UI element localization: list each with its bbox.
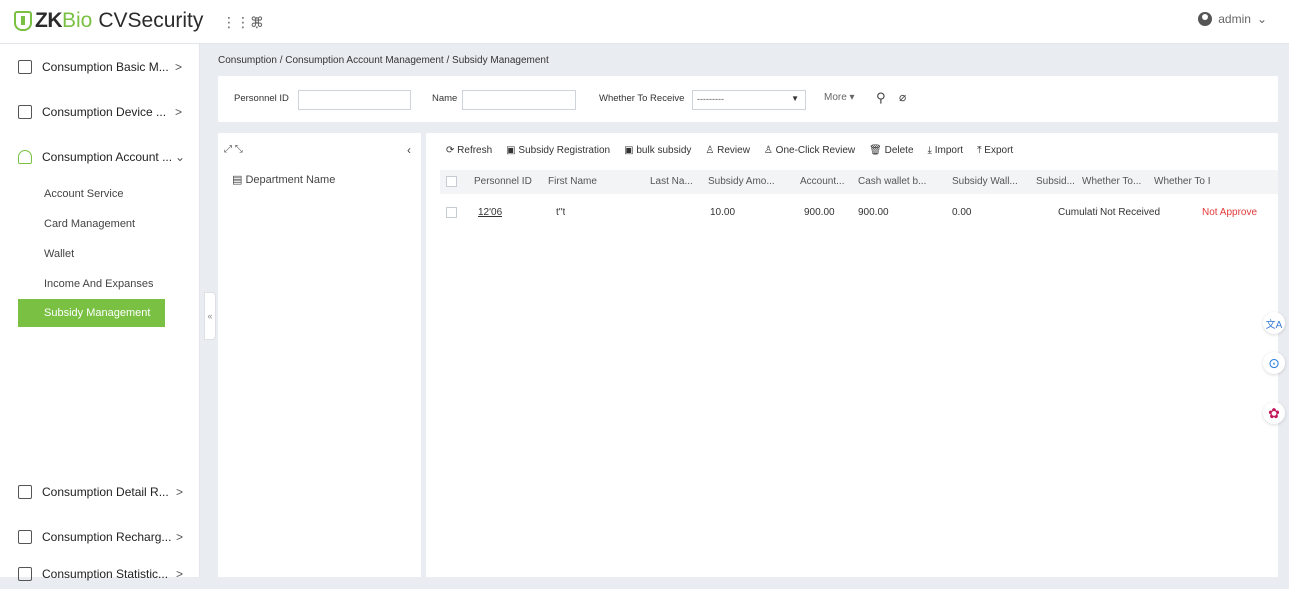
col-last-name[interactable]: Last Na... xyxy=(650,176,700,187)
expand-collapse-icon[interactable]: ⤢ ⤡ xyxy=(224,144,243,155)
whether-to-receive-label: Whether To Receive xyxy=(599,93,685,104)
chevron-right-icon: > xyxy=(176,529,184,544)
col-subsidy-amount[interactable]: Subsidy Amo... xyxy=(708,176,782,187)
col-whether-to-receive[interactable]: Whether To... xyxy=(1082,176,1144,187)
col-cash-wallet[interactable]: Cash wallet b... xyxy=(858,176,938,187)
report-icon xyxy=(18,484,32,499)
table-row[interactable]: 12'06 t''t 10.00 900.00 900.00 0.00 Cumu… xyxy=(440,201,1278,223)
col-account[interactable]: Account... xyxy=(800,176,850,187)
device-icon xyxy=(18,104,32,119)
cell-receive-status: Not Received xyxy=(1100,207,1161,218)
subsidy-registration-button[interactable]: ▣ Subsidy Registration xyxy=(506,145,610,156)
one-click-review-button[interactable]: ♙ One-Click Review xyxy=(764,145,855,156)
col-subsidy-type[interactable]: Subsid... xyxy=(1036,176,1076,187)
top-bar: ZK Bio CVSecurity ⋮⋮⋮ ⌘ admin ⌄ xyxy=(0,0,1289,44)
shield-icon xyxy=(14,11,32,31)
department-name: Department Name xyxy=(245,174,336,186)
sidebar-item-consumption-account[interactable]: Consumption Account ... ⌄ xyxy=(0,134,199,179)
cell-personnel-id[interactable]: 12'06 xyxy=(478,207,502,218)
chevron-down-icon: ⌄ xyxy=(1256,12,1267,26)
export-button[interactable]: ⤒ Export xyxy=(977,145,1013,156)
bulk-subsidy-button[interactable]: ▣ bulk subsidy xyxy=(624,145,691,156)
cell-approve-status: Not Approve xyxy=(1202,207,1258,218)
tree-node-icon: ▤ xyxy=(232,174,246,186)
sidebar-item-label: Consumption Statistic... xyxy=(42,567,169,581)
sidebar: Consumption Basic M... > Consumption Dev… xyxy=(0,44,200,581)
cell-subsidy-wallet: 0.00 xyxy=(952,207,972,218)
user-name: admin xyxy=(1218,12,1251,26)
panel-collapse-icon[interactable]: ‹ xyxy=(407,143,411,157)
cell-cash-wallet: 900.00 xyxy=(858,207,889,218)
pie-chart-icon xyxy=(18,567,32,581)
sidebar-item-consumption-device[interactable]: Consumption Device ... > xyxy=(0,89,199,134)
name-label: Name xyxy=(432,93,458,104)
sidebar-item-label: Consumption Account ... xyxy=(42,149,173,164)
import-button[interactable]: ⤓ Import xyxy=(928,145,964,156)
chevron-down-icon: ⌄ xyxy=(175,149,186,164)
chevron-right-icon: > xyxy=(176,567,184,581)
select-all-checkbox[interactable] xyxy=(446,176,457,187)
table-header: Personnel ID First Name Last Na... Subsi… xyxy=(440,170,1278,194)
more-filters-toggle[interactable]: More ▾ xyxy=(824,92,855,103)
department-tree-root[interactable]: ▤ Department Name xyxy=(232,173,335,186)
user-menu[interactable]: admin ⌄ xyxy=(1198,12,1267,26)
sidebar-subitem-income-expanses[interactable]: Income And Expanses xyxy=(0,269,199,299)
col-personnel-id[interactable]: Personnel ID xyxy=(474,176,540,187)
personnel-id-label: Personnel ID xyxy=(234,93,289,104)
sidebar-item-consumption-recharge[interactable]: Consumption Recharg... > xyxy=(0,514,200,559)
delete-button[interactable]: 🗑 Delete xyxy=(869,145,913,156)
account-icon xyxy=(18,149,32,164)
sidebar-item-consumption-basic[interactable]: Consumption Basic M... > xyxy=(0,44,199,89)
chevron-right-icon: > xyxy=(175,59,183,74)
sidebar-subitem-wallet[interactable]: Wallet xyxy=(0,239,199,269)
col-whether-to-approve[interactable]: Whether To I xyxy=(1154,176,1264,187)
sidebar-subitem-subsidy-management[interactable]: Subsidy Management xyxy=(18,299,165,327)
clear-filter-icon[interactable]: ⌀ xyxy=(899,90,906,104)
brain-icon[interactable]: ✿ xyxy=(1263,402,1285,424)
brand-name: CVSecurity xyxy=(98,9,204,32)
breadcrumb: Consumption / Consumption Account Manage… xyxy=(218,55,549,66)
translate-icon[interactable]: 文A xyxy=(1263,312,1285,334)
sidebar-item-consumption-detail[interactable]: Consumption Detail R... > xyxy=(0,469,200,514)
chevron-right-icon: > xyxy=(175,104,183,119)
brand-bio: Bio xyxy=(62,9,93,32)
sidebar-subitem-account-service[interactable]: Account Service xyxy=(0,179,199,209)
row-checkbox[interactable] xyxy=(446,207,457,218)
department-tree-panel: ⤢ ⤡ ‹ ▤ Department Name xyxy=(218,133,421,577)
personnel-id-input[interactable] xyxy=(298,90,411,110)
col-first-name[interactable]: First Name xyxy=(548,176,608,187)
command-icon[interactable]: ⌘ xyxy=(250,14,264,31)
sidebar-item-consumption-statistic[interactable]: Consumption Statistic... > xyxy=(0,559,200,589)
sidebar-item-label: Consumption Detail R... xyxy=(42,484,169,499)
filter-bar: Personnel ID Name Whether To Receive ---… xyxy=(218,76,1278,122)
chevron-right-icon: > xyxy=(176,484,184,499)
review-button[interactable]: ♙ Review xyxy=(705,145,750,156)
caret-down-icon: ▼ xyxy=(791,94,799,103)
col-subsidy-wallet[interactable]: Subsidy Wall... xyxy=(952,176,1020,187)
cell-subsidy-amount: 10.00 xyxy=(710,207,736,218)
brand-zk: ZK xyxy=(35,9,63,32)
name-input[interactable] xyxy=(462,90,576,110)
sidebar-item-label: Consumption Device ... xyxy=(42,104,167,119)
cell-first-name: t''t xyxy=(556,207,566,218)
assistant-bot-icon[interactable]: ⊙ xyxy=(1263,352,1285,374)
subsidy-grid-panel: ⟳ Refresh ▣ Subsidy Registration ▣ bulk … xyxy=(426,133,1278,577)
recharge-icon xyxy=(18,529,32,544)
cell-account: 900.00 xyxy=(804,207,835,218)
select-value: --------- xyxy=(697,94,724,104)
user-avatar-icon xyxy=(1198,12,1213,26)
search-icon[interactable]: ⚲ xyxy=(876,90,886,106)
brand-logo[interactable]: ZK Bio CVSecurity xyxy=(14,8,203,34)
cell-subsidy-type: Cumulativ xyxy=(1058,207,1098,218)
refresh-button[interactable]: ⟳ Refresh xyxy=(446,145,492,156)
sidebar-subitem-card-management[interactable]: Card Management xyxy=(0,209,199,239)
sidebar-collapse-toggle[interactable]: « xyxy=(204,292,216,340)
sidebar-item-label: Consumption Basic M... xyxy=(42,59,169,74)
grid-toolbar: ⟳ Refresh ▣ Subsidy Registration ▣ bulk … xyxy=(446,145,1013,156)
basic-management-icon xyxy=(18,59,32,74)
sidebar-item-label: Consumption Recharg... xyxy=(42,529,172,544)
whether-to-receive-select[interactable]: --------- ▼ xyxy=(692,90,806,110)
